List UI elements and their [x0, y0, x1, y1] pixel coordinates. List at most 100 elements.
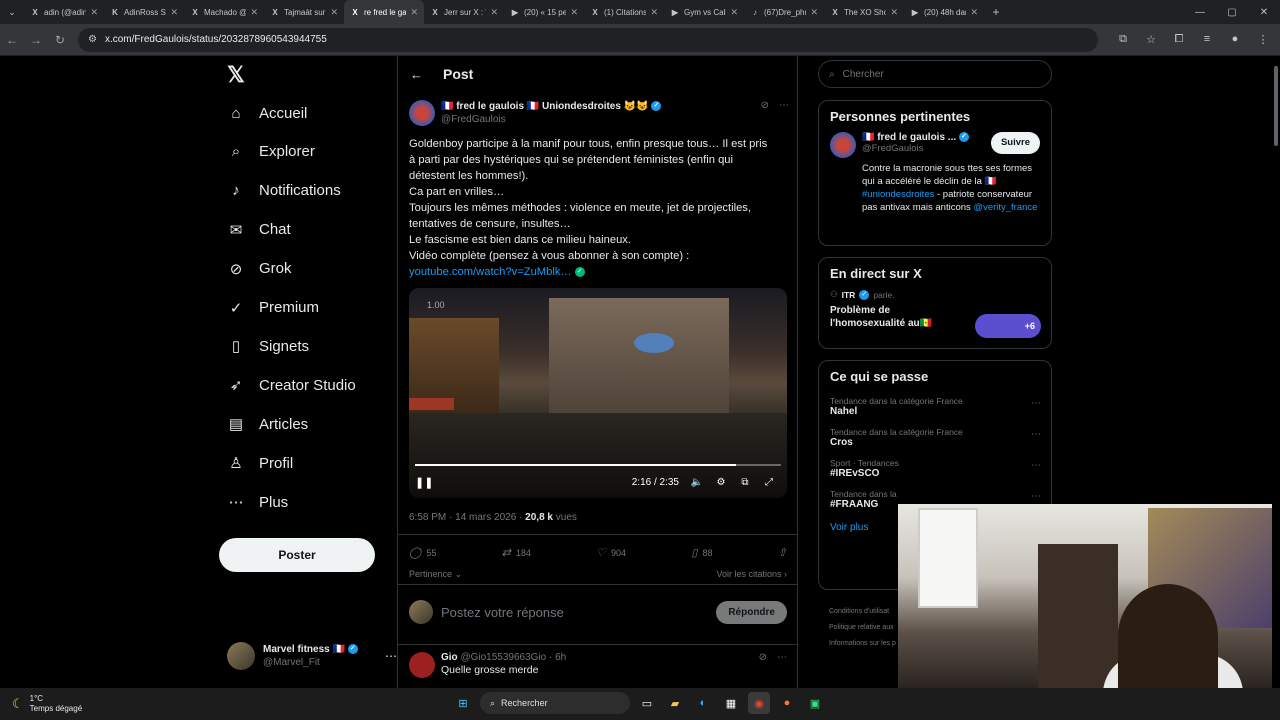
browser-tab[interactable]: X Machado @ ✕ — [184, 0, 264, 24]
nav-item-articles[interactable]: ▤ Articles — [227, 415, 308, 434]
more-icon[interactable]: ⋯ — [779, 100, 789, 126]
browser-tab[interactable]: X Jerr sur X : " ✕ — [424, 0, 504, 24]
firefox-icon[interactable]: ● — [776, 692, 798, 714]
nav-item-grok[interactable]: ⊘ Grok — [227, 260, 292, 278]
weather-widget[interactable]: ☾ 1°C Temps dégagé — [0, 694, 82, 714]
more-icon[interactable]: ⋯ — [1031, 460, 1041, 471]
chrome-icon[interactable]: ◉ — [748, 692, 770, 714]
share-button[interactable]: ⇧ — [778, 546, 787, 559]
extensions-icon[interactable]: ⧠ — [1170, 33, 1188, 46]
video-progress-bar[interactable] — [415, 464, 781, 466]
browser-tab[interactable]: Xre fred le gaulois✕ — [344, 0, 424, 24]
store-icon[interactable]: ▦ — [720, 692, 742, 714]
browser-tab[interactable]: X (1) Citations ✕ — [584, 0, 664, 24]
author-name[interactable]: 🇫🇷 fred le gaulois 🇫🇷 Uniondesdroites 😺😺 — [441, 101, 649, 112]
author-handle[interactable]: @FredGaulois — [441, 113, 661, 126]
avatar[interactable] — [409, 652, 435, 678]
nav-item-plus[interactable]: ⋯ Plus — [227, 493, 289, 512]
browser-tab[interactable]: ▶ (20) « 15 pe ✕ — [504, 0, 584, 24]
taskbar-search[interactable]: ⌕ Rechercher — [480, 692, 630, 714]
close-tab-icon[interactable]: ✕ — [730, 7, 738, 18]
hashtag-link[interactable]: #uniondesdroites — [862, 189, 934, 200]
post-link[interactable]: youtube.com/watch?v=ZuMblk… — [409, 266, 572, 278]
post-button[interactable]: Poster — [219, 538, 375, 572]
minimize-icon[interactable]: — — [1184, 0, 1216, 24]
fullscreen-icon[interactable]: ⤢ — [757, 477, 781, 488]
browser-menu-icon[interactable]: ⋮ — [1254, 33, 1272, 46]
more-icon[interactable]: ⋯ — [385, 649, 397, 663]
url-field[interactable]: ⚙ x.com/FredGaulois/status/2032878960543… — [78, 27, 1098, 52]
pip-icon[interactable]: ⧉ — [733, 477, 757, 488]
close-tab-icon[interactable]: ✕ — [810, 7, 818, 18]
volume-icon[interactable]: 🔈 — [685, 477, 709, 488]
forward-icon[interactable]: → — [24, 33, 48, 47]
close-tab-icon[interactable]: ✕ — [250, 7, 258, 18]
install-app-icon[interactable]: ⧉ — [1114, 33, 1132, 46]
close-tab-icon[interactable]: ✕ — [650, 7, 658, 18]
close-tab-icon[interactable]: ✕ — [490, 7, 498, 18]
close-tab-icon[interactable]: ✕ — [570, 7, 578, 18]
nav-item-notifications[interactable]: ♪ Notifications — [227, 182, 340, 200]
sort-dropdown[interactable]: Pertinence ⌄ — [409, 569, 462, 580]
edge-icon[interactable]: ◐ — [692, 692, 714, 714]
reply-input[interactable]: Postez votre réponse — [441, 605, 564, 620]
browser-tab[interactable]: K AdinRoss Stream ✕ — [104, 0, 184, 24]
bookmark-star-icon[interactable]: ☆ — [1142, 33, 1160, 46]
nav-item-signets[interactable]: ▯ Signets — [227, 337, 309, 356]
post-time[interactable]: 6:58 PM · 14 mars 2026 · — [409, 512, 525, 523]
site-info-icon[interactable]: ⚙ — [88, 34, 97, 45]
folder-icon[interactable]: ▰ — [664, 692, 686, 714]
tab-search-icon[interactable]: ⌄ — [0, 0, 24, 24]
trend-item[interactable]: Sport · Tendances #IREvSCO ⋯ — [819, 454, 1051, 485]
nav-item-explorer[interactable]: ⌕ Explorer — [227, 143, 315, 161]
trend-item[interactable]: Tendance dans la catégorie France Cros ⋯ — [819, 423, 1051, 454]
more-icon[interactable]: ⋯ — [1031, 429, 1041, 440]
close-tab-icon[interactable]: ✕ — [330, 7, 338, 18]
new-tab-button[interactable]: + — [984, 5, 1008, 19]
close-tab-icon[interactable]: ✕ — [970, 7, 978, 18]
live-card[interactable]: En direct sur X ⚇ ITR ✓ parle. Problème de … — [818, 257, 1052, 349]
x-logo-icon[interactable]: 𝕏 — [227, 62, 245, 88]
nav-item-accueil[interactable]: ⌂ Accueil — [227, 104, 307, 122]
settings-icon[interactable]: ⚙ — [709, 477, 733, 488]
close-tab-icon[interactable]: ✕ — [410, 7, 418, 18]
profile-icon[interactable]: ● — [1226, 33, 1244, 46]
nav-item-profil[interactable]: ♙ Profil — [227, 454, 293, 473]
browser-tab[interactable]: X Tajmaàt sur X ✕ — [264, 0, 344, 24]
browser-tab[interactable]: X The XO Show✕ — [824, 0, 904, 24]
nav-item-premium[interactable]: ✓ Premium — [227, 299, 319, 317]
avatar[interactable] — [409, 100, 435, 126]
repost-button[interactable]: ⇄ 184 — [502, 546, 531, 559]
browser-tab[interactable]: ▶ (20) 48h dans ✕ — [904, 0, 984, 24]
reply-button[interactable]: ◯ 55 — [409, 546, 436, 559]
close-tab-icon[interactable]: ✕ — [170, 7, 178, 18]
close-tab-icon[interactable]: ✕ — [90, 7, 98, 18]
browser-tab[interactable]: Xadin (@adinross)✕ — [24, 0, 104, 24]
tab-groups-icon[interactable]: ≡ — [1198, 33, 1216, 46]
app-icon[interactable]: ▣ — [804, 692, 826, 714]
video-player[interactable]: 1.00 ❚❚ 2:16 / 2:35 🔈 ⚙ ⧉ ⤢ — [409, 288, 787, 498]
nav-item-creator-studio[interactable]: ➶ Creator Studio — [227, 376, 356, 395]
bookmark-button[interactable]: ▯ 88 — [691, 546, 712, 559]
nav-item-chat[interactable]: ✉ Chat — [227, 221, 291, 239]
search-input[interactable]: ⌕ Chercher — [818, 60, 1052, 88]
follow-button[interactable]: Suivre — [990, 132, 1040, 154]
mention-link[interactable]: @verity_france — [973, 202, 1037, 213]
reply-item[interactable]: Gio @Gio15539663Gio · 6h Quelle grosse m… — [409, 652, 787, 678]
more-icon[interactable]: ⋯ — [1031, 398, 1041, 409]
footer-link[interactable]: Informations sur les p — [829, 636, 896, 652]
back-icon[interactable]: ← — [0, 33, 24, 47]
more-icon[interactable]: ⋯ — [777, 652, 787, 678]
footer-link[interactable]: Politique relative aux — [829, 620, 896, 636]
view-quotes-link[interactable]: Voir les citations › — [716, 569, 787, 580]
task-view-icon[interactable]: ▭ — [636, 692, 658, 714]
start-icon[interactable]: ⊞ — [452, 692, 474, 714]
reply-author-handle[interactable]: @Gio15539663Gio · 6h — [460, 652, 566, 663]
avatar[interactable] — [830, 132, 856, 158]
pause-icon[interactable]: ❚❚ — [415, 476, 435, 489]
browser-tab[interactable]: ▶ Gym vs Cali ✕ — [664, 0, 744, 24]
maximize-icon[interactable]: ▢ — [1216, 0, 1248, 24]
grok-icon[interactable]: ⊘ — [761, 100, 769, 126]
reply-submit-button[interactable]: Répondre — [716, 600, 787, 624]
close-window-icon[interactable]: ✕ — [1248, 0, 1280, 24]
